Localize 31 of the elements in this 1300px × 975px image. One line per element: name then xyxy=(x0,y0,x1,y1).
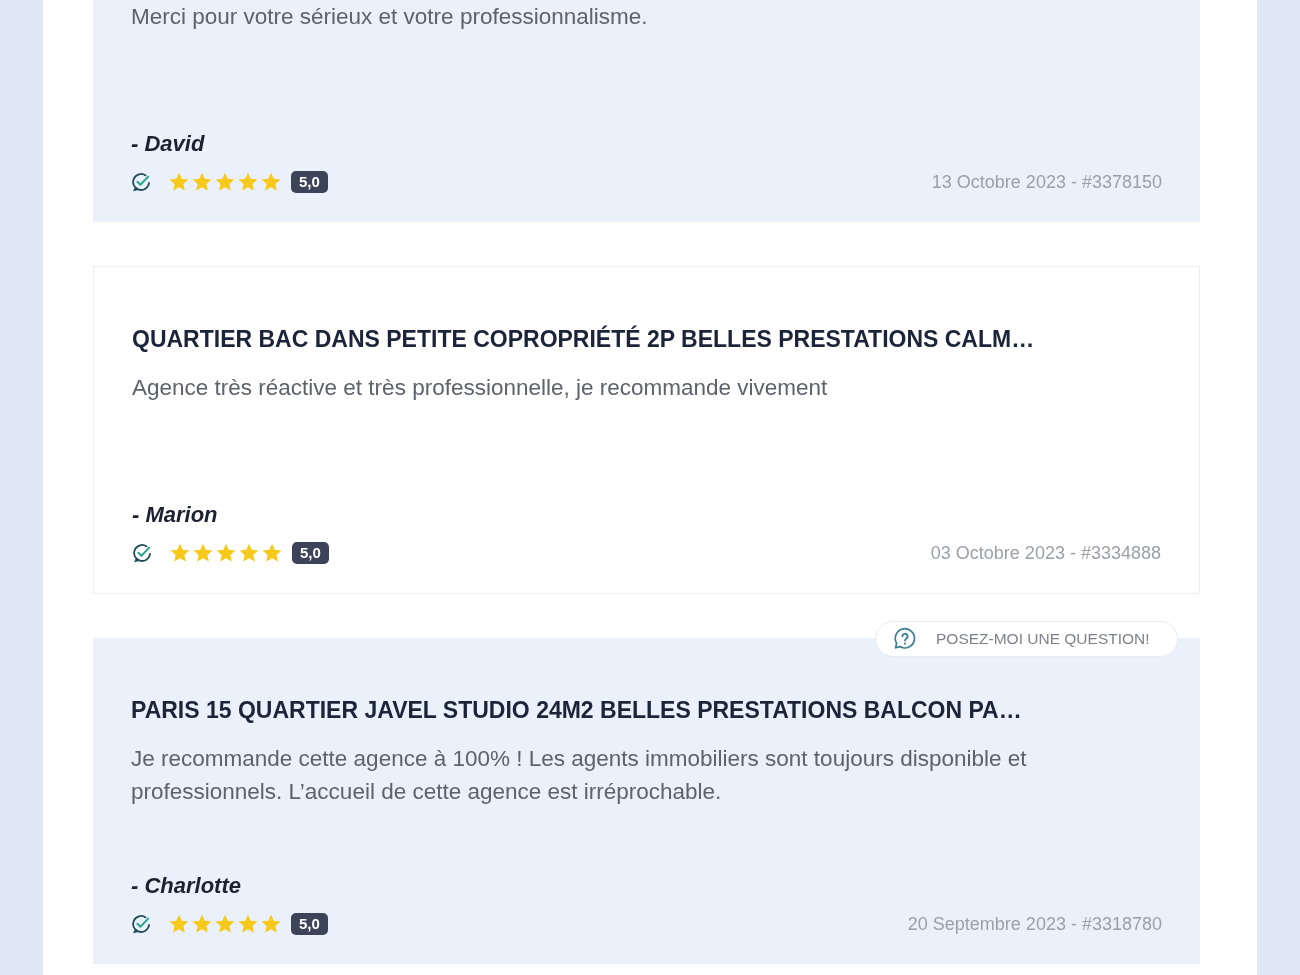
rating-score: 5,0 xyxy=(291,913,328,935)
star-icon xyxy=(191,913,213,935)
star-icon xyxy=(168,171,190,193)
author-name: - David xyxy=(131,130,205,158)
author-name: - Charlotte xyxy=(131,872,241,900)
review-date-reference: 20 Septembre 2023 - #3318780 xyxy=(907,913,1162,935)
question-bubble-icon xyxy=(893,627,917,651)
star-icon xyxy=(214,171,236,193)
rating-score: 5,0 xyxy=(291,171,328,193)
star-icon xyxy=(215,542,237,564)
star-icon xyxy=(238,542,260,564)
star-icon xyxy=(192,542,214,564)
star-icon xyxy=(214,913,236,935)
review-date-reference: 03 Octobre 2023 - #3334888 xyxy=(930,542,1161,564)
review-text: Je recommande cette agence à 100% ! Les agents immobiliers sont toujours disponible et professionnels. L’accueil de cette agence est irréprochable. xyxy=(131,745,1028,806)
star-icon xyxy=(169,542,191,564)
star-icon xyxy=(191,171,213,193)
star-icon xyxy=(260,913,282,935)
star-icon xyxy=(237,171,259,193)
listing-title: PARIS 15 QUARTIER JAVEL STUDIO 24M2 BELLES PRESTATIONS BALCON PA… xyxy=(131,696,1022,725)
review-text: Agence très réactive et très professionnelle, je recommande vivement xyxy=(132,374,828,402)
listing-title: QUARTIER BAC DANS PETITE COPROPRIÉTÉ 2P BELLES PRESTATIONS CALM… xyxy=(132,324,1035,354)
star-icon xyxy=(237,913,259,935)
rating-score: 5,0 xyxy=(292,542,329,564)
star-icon xyxy=(261,542,283,564)
review-text: Merci pour votre sérieux et votre professionnalisme. xyxy=(131,3,648,31)
star-icon xyxy=(168,913,190,935)
star-icon xyxy=(260,171,282,193)
author-name: - Marion xyxy=(132,501,218,529)
review-date-reference: 13 Octobre 2023 - #3378150 xyxy=(931,171,1162,193)
ask-question-button[interactable]: POSEZ-MOI UNE QUESTION! xyxy=(875,621,1178,657)
